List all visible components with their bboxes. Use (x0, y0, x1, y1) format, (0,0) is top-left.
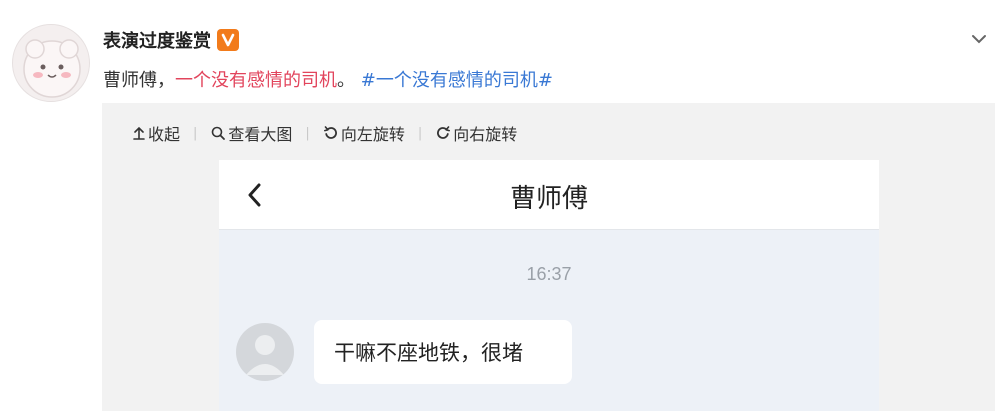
message-bubble: 干嘛不座地铁，很堵 (314, 320, 572, 384)
post-text-period: 。 (337, 70, 355, 91)
verified-v-icon (217, 29, 239, 51)
rotate-right-icon (437, 126, 451, 139)
collapse-arrow-icon (133, 126, 145, 140)
contact-avatar (236, 323, 294, 381)
hashtag-link[interactable]: #一个没有感情的司机# (361, 70, 553, 91)
collapse-label: 收起 (148, 125, 181, 144)
rotate-right-label: 向右旋转 (453, 125, 518, 144)
toolbar-divider: | (417, 125, 423, 141)
avatar[interactable] (12, 24, 90, 102)
post-text-plain: 曹师傅， (103, 70, 175, 91)
username[interactable]: 表演过度鉴赏 (103, 27, 239, 53)
chat-header: 曹师傅 (219, 160, 879, 230)
collapse-button[interactable]: 收起 (132, 121, 180, 145)
post-text-link[interactable]: 一个没有感情的司机 (175, 70, 337, 91)
rotate-right-button[interactable]: 向右旋转 (435, 121, 517, 145)
chat-title: 曹师傅 (509, 184, 588, 214)
image-toolbar: 收起 | 查看大图 | 向左旋转 | 向右旋转 (132, 121, 517, 145)
rotate-left-icon (323, 126, 337, 139)
chat-screenshot-image[interactable]: 曹师傅 16:37 干嘛不座地铁，很堵 (219, 160, 879, 411)
rotate-left-button[interactable]: 向左旋转 (323, 121, 405, 145)
chevron-down-icon[interactable] (970, 30, 988, 48)
search-icon (212, 126, 226, 140)
chat-timestamp: 16:37 (526, 264, 572, 284)
rotate-left-label: 向左旋转 (340, 125, 405, 144)
toolbar-divider: | (193, 125, 198, 141)
toolbar-divider: | (305, 125, 310, 141)
username-text[interactable]: 表演过度鉴赏 (103, 27, 211, 53)
view-large-label: 查看大图 (228, 125, 293, 144)
post-text: 曹师傅，一个没有感情的司机。 #一个没有感情的司机# (103, 66, 553, 92)
view-large-button[interactable]: 查看大图 (210, 121, 292, 145)
message-text: 干嘛不座地铁，很堵 (334, 341, 523, 365)
media-panel: 收起 | 查看大图 | 向左旋转 | 向右旋转 曹师傅 16:37 干嘛不座地铁… (102, 103, 995, 411)
